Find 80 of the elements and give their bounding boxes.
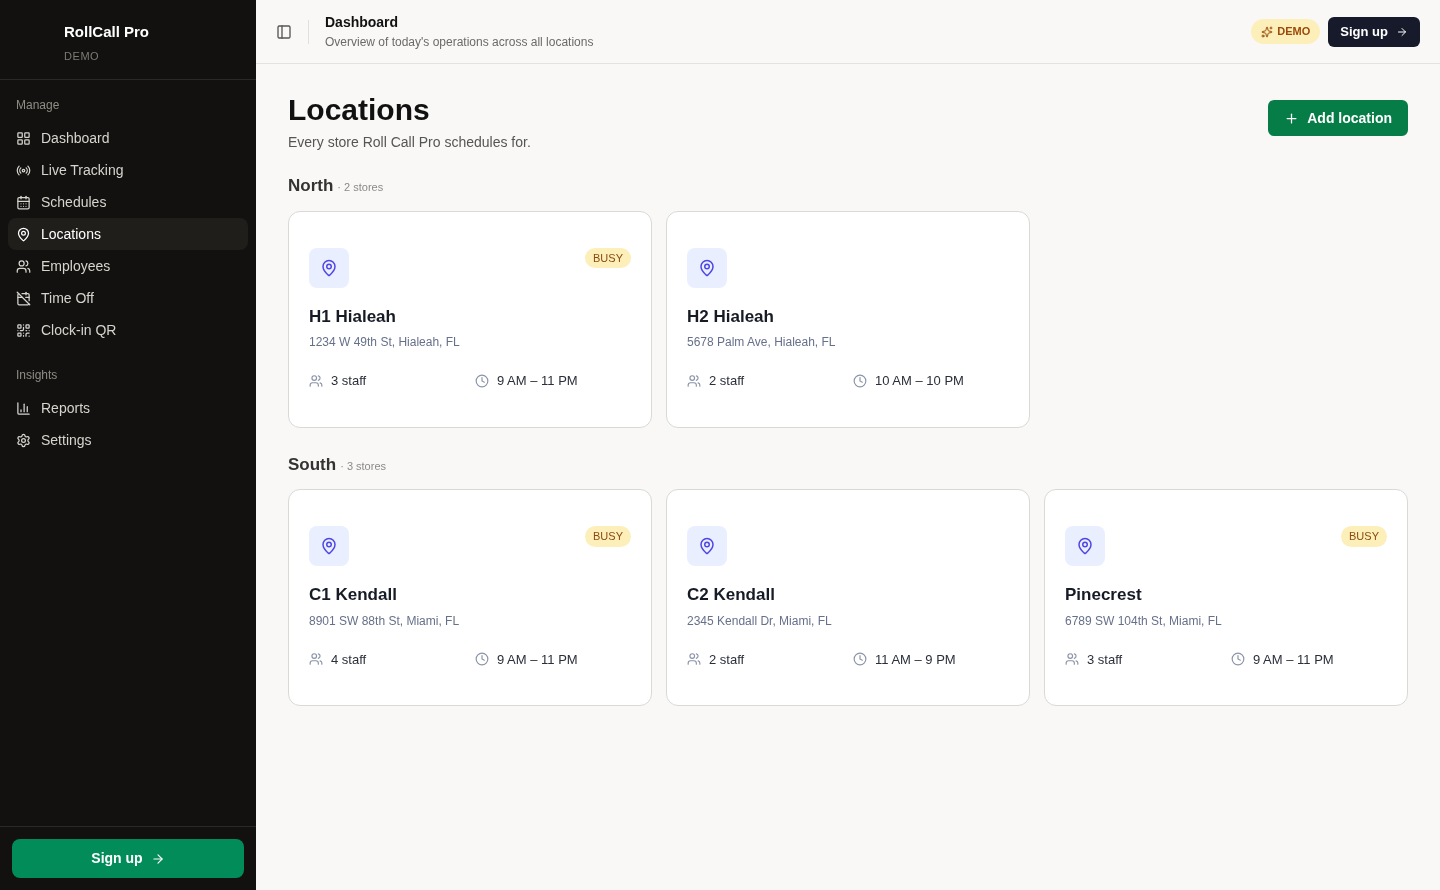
arrow-right-icon <box>1396 25 1408 38</box>
nav-item[interactable]: Dashboard <box>8 122 248 154</box>
store-count: · 3 stores <box>340 458 386 474</box>
page-subtitle: Every store Roll Call Pro schedules for. <box>288 133 531 152</box>
clock-icon <box>853 652 867 667</box>
clock-icon <box>853 373 867 388</box>
status-badge: BUSY <box>585 247 631 268</box>
location-name: H1 Hialeah <box>309 305 397 328</box>
staff-count: 4 staff <box>331 650 367 669</box>
location-address: 6789 SW 104th St, Miami, FL <box>1065 612 1223 630</box>
bar-chart-icon <box>16 400 31 416</box>
add-location-button[interactable]: Add location <box>1268 100 1408 136</box>
map-pin-icon <box>1065 526 1105 566</box>
brand-name: RollCall Pro <box>64 22 150 42</box>
opening-hours: 11 AM – 9 PM <box>875 650 956 669</box>
calendar-off-icon <box>16 290 31 306</box>
demo-badge: DEMO <box>1251 19 1321 44</box>
location-name: C1 Kendall <box>309 584 398 606</box>
qr-code-icon <box>16 322 31 338</box>
map-pin-icon <box>687 526 727 566</box>
location-address: 1234 W 49th St, Hialeah, FL <box>309 334 461 351</box>
staff-count: 2 staff <box>709 650 745 669</box>
map-pin-icon <box>309 526 349 566</box>
location-name: Pinecrest <box>1065 584 1143 606</box>
brand-tag: DEMO <box>64 47 256 64</box>
plus-icon <box>1284 110 1300 126</box>
dashboard-icon <box>16 130 31 146</box>
page-title: Locations <box>288 92 431 128</box>
staff-count: 2 staff <box>709 372 745 390</box>
location-card[interactable]: BUSY C1 Kendall 8901 SW 88th St, Miami, FL 4 staff 9 AM – 11 PM <box>288 489 652 706</box>
location-address: 2345 Kendall Dr, Miami, FL <box>687 612 833 630</box>
header-title: Dashboard <box>325 13 400 32</box>
map-pin-icon <box>309 247 349 288</box>
users-icon <box>16 258 31 274</box>
opening-hours: 9 AM – 11 PM <box>1253 650 1334 669</box>
staff-count: 3 staff <box>331 372 367 390</box>
status-badge: BUSY <box>585 526 631 547</box>
staff-icon <box>1065 652 1079 667</box>
nav-item[interactable]: Clock-in QR <box>8 314 248 346</box>
nav-item[interactable]: Settings <box>8 424 248 456</box>
sign-up-button[interactable]: Sign up <box>1328 16 1420 47</box>
arrow-right-icon <box>150 851 165 866</box>
nav-item[interactable]: Schedules <box>8 186 248 218</box>
settings-icon <box>16 432 31 448</box>
nav-item[interactable]: Live Tracking <box>8 154 248 186</box>
location-card[interactable]: C2 Kendall 2345 Kendall Dr, Miami, FL 2 staff 11 AM – 9 PM <box>666 489 1030 706</box>
opening-hours: 9 AM – 11 PM <box>497 372 578 390</box>
group-title: North <box>288 175 334 197</box>
map-pin-icon <box>687 247 727 288</box>
nav-item[interactable]: Reports <box>8 392 248 424</box>
section-heading: Insights <box>15 367 59 384</box>
staff-icon <box>687 652 701 667</box>
header-subtitle: Overview of today's operations across all locations <box>325 34 594 51</box>
staff-icon <box>309 373 323 388</box>
location-address: 8901 SW 88th St, Miami, FL <box>309 612 461 630</box>
nav-item[interactable]: Locations <box>8 218 248 250</box>
sidebar-toggle-icon[interactable] <box>276 23 292 40</box>
location-card[interactable]: BUSY Pinecrest 6789 SW 104th St, Miami, FL 3 staff 9 AM – 11 PM <box>1044 489 1408 706</box>
map-pin-icon <box>16 226 31 242</box>
location-card[interactable]: H2 Hialeah 5678 Palm Ave, Hialeah, FL 2 staff 10 AM – 10 PM <box>666 210 1030 428</box>
location-address: 5678 Palm Ave, Hialeah, FL <box>687 334 837 351</box>
calendar-icon <box>16 194 31 210</box>
location-name: C2 Kendall <box>687 584 776 606</box>
section-heading: Manage <box>15 97 61 114</box>
store-count: · 2 stores <box>337 180 384 195</box>
status-badge: BUSY <box>1341 526 1387 547</box>
location-name: H2 Hialeah <box>687 305 775 328</box>
staff-icon <box>309 652 323 667</box>
clock-icon <box>475 652 489 667</box>
opening-hours: 9 AM – 11 PM <box>497 650 578 669</box>
clock-icon <box>475 373 489 388</box>
opening-hours: 10 AM – 10 PM <box>875 372 964 390</box>
group-title: South <box>288 453 337 476</box>
staff-count: 3 staff <box>1087 650 1123 669</box>
clock-icon <box>1231 652 1245 667</box>
location-card[interactable]: BUSY H1 Hialeah 1234 W 49th St, Hialeah, FL 3 staff 9 AM – 11 PM <box>288 210 652 428</box>
staff-icon <box>687 373 701 388</box>
nav-item[interactable]: Employees <box>8 250 248 282</box>
nav-item[interactable]: Time Off <box>8 282 248 314</box>
sign-up-button[interactable]: Sign up <box>12 839 244 878</box>
